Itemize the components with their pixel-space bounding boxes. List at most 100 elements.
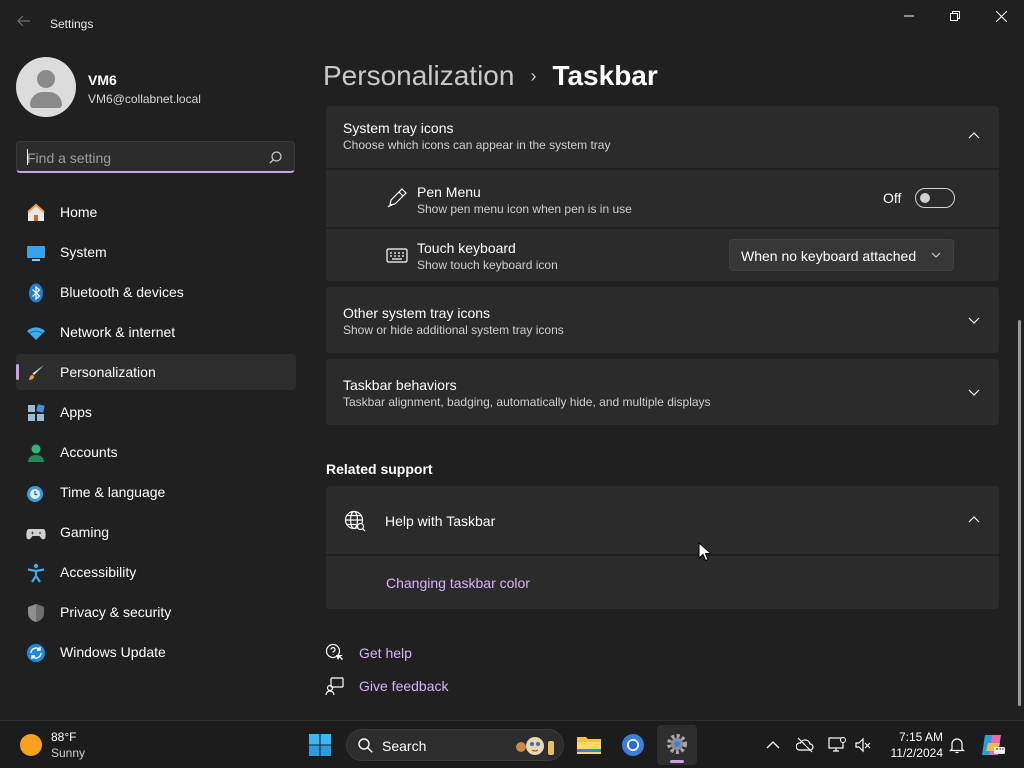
back-button[interactable] xyxy=(14,14,34,34)
pen-menu-row: Pen Menu Show pen menu icon when pen is … xyxy=(326,170,999,227)
clock-date[interactable]: 11/2/2024 xyxy=(885,746,944,760)
breadcrumb: Personalization › Taskbar xyxy=(323,58,658,94)
card-title: Taskbar behaviors xyxy=(343,377,457,393)
sidebar-item-time-language[interactable]: Time & language xyxy=(16,474,296,510)
sidebar-item-bluetooth[interactable]: Bluetooth & devices xyxy=(16,274,296,310)
sidebar-item-label: Windows Update xyxy=(60,644,166,660)
mouse-cursor-icon xyxy=(698,542,711,562)
card-title: Help with Taskbar xyxy=(385,513,496,529)
settings-taskbar-button[interactable] xyxy=(657,725,697,765)
changing-taskbar-color-link[interactable]: Changing taskbar color xyxy=(386,575,530,591)
pen-menu-toggle[interactable] xyxy=(915,188,955,208)
sidebar-item-system[interactable]: System xyxy=(16,234,296,270)
close-icon xyxy=(995,10,1007,22)
chevron-up-icon[interactable] xyxy=(967,129,981,143)
chrome-icon xyxy=(622,734,644,756)
clock-time[interactable]: 7:15 AM xyxy=(893,730,943,744)
notification-bell-icon[interactable] xyxy=(948,736,966,754)
system-tray-icons-header[interactable]: System tray icons Choose which icons can… xyxy=(326,106,999,168)
search-highlights-icon xyxy=(516,737,554,755)
card-subtitle: Choose which icons can appear in the sys… xyxy=(343,138,611,152)
other-system-tray-icons[interactable]: Other system tray icons Show or hide add… xyxy=(326,287,999,353)
page-title: Taskbar xyxy=(552,60,658,91)
toggle-knob xyxy=(920,193,930,203)
search-icon xyxy=(358,738,373,753)
card-subtitle: Show or hide additional system tray icon… xyxy=(343,323,564,337)
sidebar-item-apps[interactable]: Apps xyxy=(16,394,296,430)
wifi-icon xyxy=(27,327,45,340)
sidebar-item-label: Accessibility xyxy=(60,564,137,580)
start-button[interactable] xyxy=(300,725,340,765)
apps-icon xyxy=(28,404,45,421)
network-icon[interactable] xyxy=(828,736,846,754)
card-subtitle: Taskbar alignment, badging, automaticall… xyxy=(343,395,711,409)
folder-icon xyxy=(577,737,601,754)
chevron-up-icon[interactable] xyxy=(967,513,981,527)
profile-email: VM6@collabnet.local xyxy=(88,92,201,106)
search-icon[interactable] xyxy=(269,151,282,164)
sun-icon xyxy=(20,734,42,756)
card-title: Other system tray icons xyxy=(343,305,491,321)
avatar xyxy=(16,57,76,117)
minimize-icon xyxy=(904,15,914,17)
accessibility-icon xyxy=(27,563,45,583)
minimize-button[interactable] xyxy=(886,0,932,32)
chevron-down-icon[interactable] xyxy=(967,385,981,399)
user-profile: VM6 VM6@collabnet.local xyxy=(16,57,296,117)
sidebar-item-accounts[interactable]: Accounts xyxy=(16,434,296,470)
scrollbar-thumb[interactable] xyxy=(1018,320,1021,706)
close-button[interactable] xyxy=(978,0,1024,32)
sidebar-item-label: Time & language xyxy=(60,484,166,500)
row-subtitle: Show touch keyboard icon xyxy=(417,258,558,272)
sidebar-item-label: Accounts xyxy=(60,444,118,460)
sidebar-nav: Home System Bluetooth & devices Network … xyxy=(16,194,296,674)
sidebar-item-personalization[interactable]: Personalization xyxy=(16,354,296,390)
touch-keyboard-row: Touch keyboard Show touch keyboard icon … xyxy=(326,229,999,281)
onedrive-offline-icon[interactable] xyxy=(796,736,814,754)
restore-button[interactable] xyxy=(932,0,978,32)
dropdown-value: When no keyboard attached xyxy=(741,248,917,264)
sidebar-item-windows-update[interactable]: Windows Update xyxy=(16,634,296,670)
row-title: Touch keyboard xyxy=(417,240,516,256)
sidebar-item-accessibility[interactable]: Accessibility xyxy=(16,554,296,590)
taskbar-behaviors[interactable]: Taskbar behaviors Taskbar alignment, bad… xyxy=(326,359,999,425)
update-icon xyxy=(27,644,45,662)
sidebar-item-home[interactable]: Home xyxy=(16,194,296,230)
text-caret xyxy=(27,149,28,165)
help-links-row: Changing taskbar color xyxy=(326,556,999,609)
keyboard-icon xyxy=(386,248,408,263)
get-help-link[interactable]: Get help xyxy=(359,645,412,661)
search-placeholder: Find a setting xyxy=(27,150,112,166)
chrome-button[interactable] xyxy=(613,725,653,765)
card-title: System tray icons xyxy=(343,120,454,136)
help-with-taskbar-header[interactable]: Help with Taskbar xyxy=(326,486,999,554)
pen-icon xyxy=(387,188,407,208)
search-input[interactable]: Find a setting xyxy=(16,141,295,173)
chevron-up-icon[interactable] xyxy=(764,736,782,754)
gamepad-icon xyxy=(26,529,46,540)
weather-temperature: 88°F xyxy=(51,730,77,744)
sidebar-item-label: Home xyxy=(60,204,98,220)
help-chat-icon xyxy=(325,643,343,660)
sidebar-item-label: Personalization xyxy=(60,364,156,380)
feedback-icon xyxy=(325,677,344,696)
volume-muted-icon[interactable] xyxy=(854,736,872,754)
gear-icon xyxy=(667,734,687,754)
related-support-heading: Related support xyxy=(326,461,433,477)
globe-icon xyxy=(344,510,366,532)
touch-keyboard-dropdown[interactable]: When no keyboard attached xyxy=(729,239,954,271)
windows-logo-icon xyxy=(309,734,331,756)
row-subtitle: Show pen menu icon when pen is in use xyxy=(417,202,632,216)
give-feedback-link[interactable]: Give feedback xyxy=(359,678,449,694)
sidebar-item-gaming[interactable]: Gaming xyxy=(16,514,296,550)
breadcrumb-parent[interactable]: Personalization xyxy=(323,60,514,92)
sidebar-item-privacy-security[interactable]: Privacy & security xyxy=(16,594,296,630)
chevron-down-icon xyxy=(931,252,941,258)
copilot-icon[interactable] xyxy=(980,733,1006,757)
file-explorer-button[interactable] xyxy=(569,725,609,765)
shield-icon xyxy=(28,604,44,622)
sidebar-item-network[interactable]: Network & internet xyxy=(16,314,296,350)
taskbar-search[interactable]: Search xyxy=(346,729,564,761)
chevron-down-icon[interactable] xyxy=(967,313,981,327)
title-bar: Settings xyxy=(0,0,1024,48)
